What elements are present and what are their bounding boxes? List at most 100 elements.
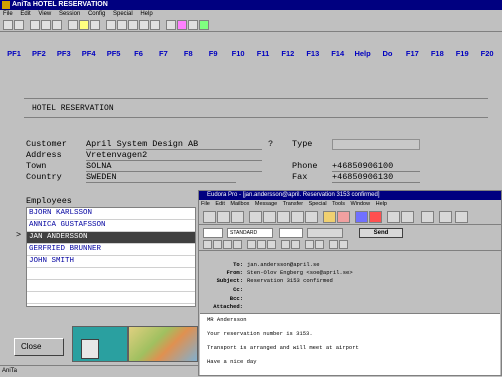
forward-icon[interactable] bbox=[291, 211, 304, 223]
subject-field[interactable]: Reservation 3153 confirmed bbox=[247, 277, 333, 284]
new-message-icon[interactable] bbox=[249, 211, 262, 223]
pf-key-help[interactable]: Help bbox=[351, 38, 375, 70]
align-left-icon[interactable] bbox=[247, 240, 256, 249]
address-book-icon[interactable] bbox=[421, 211, 434, 223]
menu-config[interactable]: Config bbox=[88, 11, 105, 17]
employee-item[interactable]: ANNICA GUSTAFSSON bbox=[27, 220, 195, 232]
record-icon[interactable] bbox=[90, 20, 100, 30]
options-toggles[interactable] bbox=[307, 228, 343, 238]
employee-item-empty[interactable] bbox=[27, 292, 195, 304]
window-icon[interactable] bbox=[150, 20, 160, 30]
eudora-menu-window[interactable]: Window bbox=[351, 201, 371, 207]
trash-icon[interactable] bbox=[203, 211, 216, 223]
reply-all-icon[interactable] bbox=[277, 211, 290, 223]
pf-key-f7[interactable]: F7 bbox=[151, 38, 175, 70]
pf-key-pf3[interactable]: PF3 bbox=[52, 38, 76, 70]
mailbox-out-icon[interactable] bbox=[231, 211, 244, 223]
redirect-icon[interactable] bbox=[305, 211, 318, 223]
mailbox-in-icon[interactable] bbox=[217, 211, 230, 223]
pf-key-pf2[interactable]: PF2 bbox=[27, 38, 51, 70]
indent-icon[interactable] bbox=[305, 240, 314, 249]
underline-icon[interactable] bbox=[223, 240, 232, 249]
employee-item[interactable]: GERFRIED BRUNNER bbox=[27, 244, 195, 256]
grid-icon[interactable] bbox=[139, 20, 149, 30]
font-icon[interactable] bbox=[233, 240, 242, 249]
rule-icon[interactable] bbox=[339, 240, 348, 249]
marker-icon[interactable] bbox=[177, 20, 187, 30]
print-icon[interactable] bbox=[439, 211, 452, 223]
pf-key-f12[interactable]: F12 bbox=[276, 38, 300, 70]
align-center-icon[interactable] bbox=[257, 240, 266, 249]
employee-item-selected[interactable]: JAN ANDERSSON bbox=[27, 232, 195, 244]
mailbox-icon[interactable] bbox=[72, 326, 128, 362]
reply-icon[interactable] bbox=[263, 211, 276, 223]
eudora-menu-tools[interactable]: Tools bbox=[332, 201, 345, 207]
type-field[interactable] bbox=[332, 139, 420, 150]
eudora-menu-transfer[interactable]: Transfer bbox=[283, 201, 303, 207]
check-mail-icon[interactable] bbox=[369, 211, 382, 223]
outdent-icon[interactable] bbox=[315, 240, 324, 249]
priority-select[interactable] bbox=[203, 228, 223, 238]
employee-item[interactable]: BJORN KARLSSON bbox=[27, 208, 195, 220]
message-body[interactable]: MR Andersson Your reservation number is … bbox=[200, 313, 500, 375]
folder-icon[interactable] bbox=[79, 20, 89, 30]
menu-help[interactable]: Help bbox=[140, 11, 152, 17]
pf-key-f13[interactable]: F13 bbox=[301, 38, 325, 70]
employee-item-empty[interactable] bbox=[27, 280, 195, 292]
pf-key-f9[interactable]: F9 bbox=[201, 38, 225, 70]
link-icon[interactable] bbox=[329, 240, 338, 249]
copy-icon[interactable] bbox=[30, 20, 40, 30]
eudora-menu-mailbox[interactable]: Mailbox bbox=[230, 201, 249, 207]
phone-field[interactable]: +46850906100 bbox=[332, 161, 420, 172]
pf-key-pf4[interactable]: PF4 bbox=[77, 38, 101, 70]
customer-field[interactable]: April System Design AB bbox=[86, 139, 262, 150]
to-field[interactable]: jan.andersson@april.se bbox=[247, 261, 320, 268]
pf-key-f6[interactable]: F6 bbox=[127, 38, 151, 70]
encoding-select[interactable] bbox=[279, 228, 303, 238]
send-queued-icon[interactable] bbox=[387, 211, 400, 223]
cc-field[interactable] bbox=[247, 286, 447, 293]
eudora-menu-file[interactable]: File bbox=[201, 201, 210, 207]
pf-key-f20[interactable]: F20 bbox=[475, 38, 499, 70]
address-field[interactable]: Vretenvagen2 bbox=[86, 150, 262, 161]
save-icon[interactable] bbox=[14, 20, 24, 30]
clipboard-icon[interactable] bbox=[128, 20, 138, 30]
employee-item[interactable]: JOHN SMITH bbox=[27, 256, 195, 268]
print-icon[interactable] bbox=[68, 20, 78, 30]
employee-item-empty[interactable] bbox=[27, 268, 195, 280]
cut-icon[interactable] bbox=[52, 20, 62, 30]
country-field[interactable]: SWEDEN bbox=[86, 172, 236, 183]
pf-key-f8[interactable]: F8 bbox=[176, 38, 200, 70]
font-smaller-icon[interactable] bbox=[281, 240, 290, 249]
pf-key-f17[interactable]: F17 bbox=[400, 38, 424, 70]
close-button[interactable]: Close bbox=[14, 338, 64, 356]
help-icon[interactable] bbox=[455, 211, 468, 223]
pf-key-f14[interactable]: F14 bbox=[326, 38, 350, 70]
font-larger-icon[interactable] bbox=[291, 240, 300, 249]
pf-key-f19[interactable]: F19 bbox=[450, 38, 474, 70]
eudora-menu-help[interactable]: Help bbox=[376, 201, 387, 207]
attach-icon[interactable] bbox=[355, 211, 368, 223]
signature-select[interactable]: STANDARD bbox=[227, 228, 273, 238]
align-right-icon[interactable] bbox=[267, 240, 276, 249]
eudora-menu-edit[interactable]: Edit bbox=[215, 201, 224, 207]
town-field[interactable]: SOLNA bbox=[86, 161, 262, 172]
pf-key-do[interactable]: Do bbox=[376, 38, 400, 70]
open-icon[interactable] bbox=[3, 20, 13, 30]
screen-icon[interactable] bbox=[117, 20, 127, 30]
send-button[interactable]: Send bbox=[359, 228, 403, 238]
stop-icon[interactable] bbox=[188, 20, 198, 30]
bold-icon[interactable] bbox=[203, 240, 212, 249]
bcc-field[interactable] bbox=[247, 295, 447, 302]
pointer-icon[interactable] bbox=[166, 20, 176, 30]
menu-view[interactable]: View bbox=[38, 11, 51, 17]
eudora-menu-special[interactable]: Special bbox=[309, 201, 327, 207]
from-field[interactable]: Sten-Olov Engberg <soe@april.se> bbox=[247, 269, 353, 276]
menu-file[interactable]: File bbox=[3, 11, 13, 17]
pf-key-f18[interactable]: F18 bbox=[425, 38, 449, 70]
pf-key-f11[interactable]: F11 bbox=[251, 38, 275, 70]
keyboard-icon[interactable] bbox=[106, 20, 116, 30]
pf-key-f10[interactable]: F10 bbox=[226, 38, 250, 70]
menu-special[interactable]: Special bbox=[113, 11, 133, 17]
fax-field[interactable]: +46850906130 bbox=[332, 172, 420, 183]
